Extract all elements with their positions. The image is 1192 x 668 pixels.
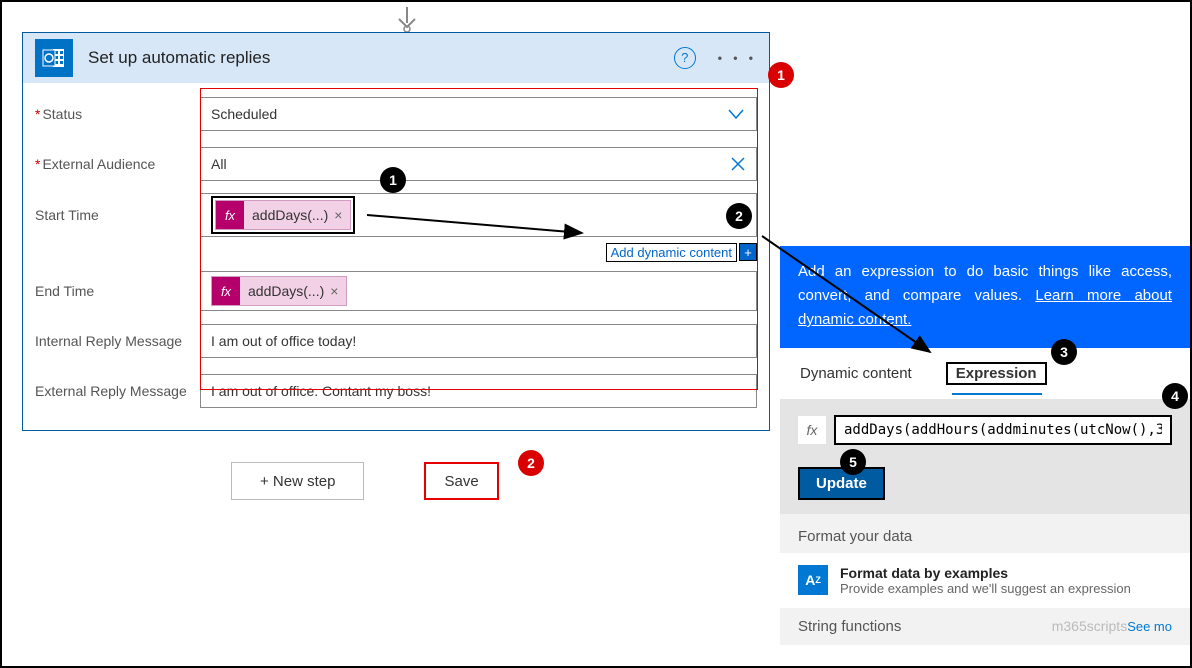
start-time-field[interactable]: fx addDays(...) × bbox=[200, 193, 757, 237]
chip-remove-icon[interactable]: × bbox=[334, 207, 342, 223]
internal-reply-input[interactable]: I am out of office today! bbox=[200, 324, 757, 358]
status-value: Scheduled bbox=[211, 106, 277, 122]
annotation-badge-red-1: 1 bbox=[768, 62, 794, 88]
external-audience-value: All bbox=[211, 156, 227, 172]
see-more-link[interactable]: See mo bbox=[1127, 619, 1172, 634]
fx-icon: fx bbox=[798, 416, 826, 444]
panel-description: Add an expression to do basic things lik… bbox=[780, 246, 1190, 348]
start-time-label: Start Time bbox=[35, 207, 200, 223]
chip-text: addDays(...) bbox=[248, 283, 324, 299]
expression-input[interactable] bbox=[834, 415, 1172, 445]
save-button[interactable]: Save bbox=[424, 462, 498, 500]
expression-chip[interactable]: fx addDays(...) × bbox=[215, 200, 351, 230]
annotation-badge-red-2: 2 bbox=[518, 450, 544, 476]
format-subtitle: Provide examples and we'll suggest an ex… bbox=[840, 581, 1131, 596]
format-icon: AZ bbox=[798, 565, 828, 595]
action-card: Set up automatic replies ? • • • *Status… bbox=[22, 32, 770, 431]
fx-icon: fx bbox=[216, 201, 244, 229]
new-step-button[interactable]: + New step bbox=[231, 462, 364, 500]
chip-remove-icon[interactable]: × bbox=[330, 283, 338, 299]
external-audience-label: *External Audience bbox=[35, 156, 200, 172]
format-by-examples-item[interactable]: AZ Format data by examples Provide examp… bbox=[780, 553, 1190, 608]
end-time-label: End Time bbox=[35, 283, 200, 299]
tab-expression[interactable]: Expression bbox=[946, 362, 1047, 385]
external-audience-dropdown[interactable]: All bbox=[200, 147, 757, 181]
status-dropdown[interactable]: Scheduled bbox=[200, 97, 757, 131]
more-actions-icon[interactable]: • • • bbox=[718, 51, 757, 65]
external-reply-value: I am out of office. Contant my boss! bbox=[211, 383, 431, 399]
internal-reply-label: Internal Reply Message bbox=[35, 333, 200, 349]
clear-icon[interactable] bbox=[730, 156, 746, 177]
chip-text: addDays(...) bbox=[252, 207, 328, 223]
external-reply-label: External Reply Message bbox=[35, 383, 200, 399]
dynamic-content-panel: Add an expression to do basic things lik… bbox=[780, 246, 1190, 645]
annotation-badge-2: 2 bbox=[726, 203, 752, 229]
add-dynamic-content-link[interactable]: Add dynamic content bbox=[606, 243, 737, 262]
outlook-icon bbox=[35, 39, 73, 77]
annotation-badge-3: 3 bbox=[1051, 339, 1077, 365]
fx-icon: fx bbox=[212, 277, 240, 305]
expression-chip-end[interactable]: fx addDays(...) × bbox=[211, 276, 347, 306]
annotation-badge-1: 1 bbox=[380, 167, 406, 193]
update-button[interactable]: Update bbox=[798, 467, 885, 500]
external-reply-input[interactable]: I am out of office. Contant my boss! bbox=[200, 374, 757, 408]
status-label: *Status bbox=[35, 106, 200, 122]
chevron-down-icon bbox=[726, 104, 746, 129]
plus-icon[interactable]: + bbox=[739, 243, 757, 261]
card-header[interactable]: Set up automatic replies ? • • • bbox=[23, 33, 769, 83]
tab-dynamic-content[interactable]: Dynamic content bbox=[800, 365, 912, 382]
string-functions-header: String functions bbox=[798, 618, 901, 635]
internal-reply-value: I am out of office today! bbox=[211, 333, 356, 349]
annotation-badge-4: 4 bbox=[1162, 383, 1188, 409]
format-section-header: Format your data bbox=[798, 528, 1172, 545]
annotation-badge-5: 5 bbox=[840, 449, 866, 475]
end-time-field[interactable]: fx addDays(...) × bbox=[200, 271, 757, 311]
help-icon[interactable]: ? bbox=[674, 47, 696, 69]
card-title: Set up automatic replies bbox=[88, 48, 674, 68]
tab-expression-underline bbox=[952, 393, 1042, 395]
start-time-chip-highlight: fx addDays(...) × bbox=[211, 196, 355, 234]
format-title: Format data by examples bbox=[840, 565, 1131, 581]
watermark: m365scripts bbox=[1052, 618, 1127, 634]
